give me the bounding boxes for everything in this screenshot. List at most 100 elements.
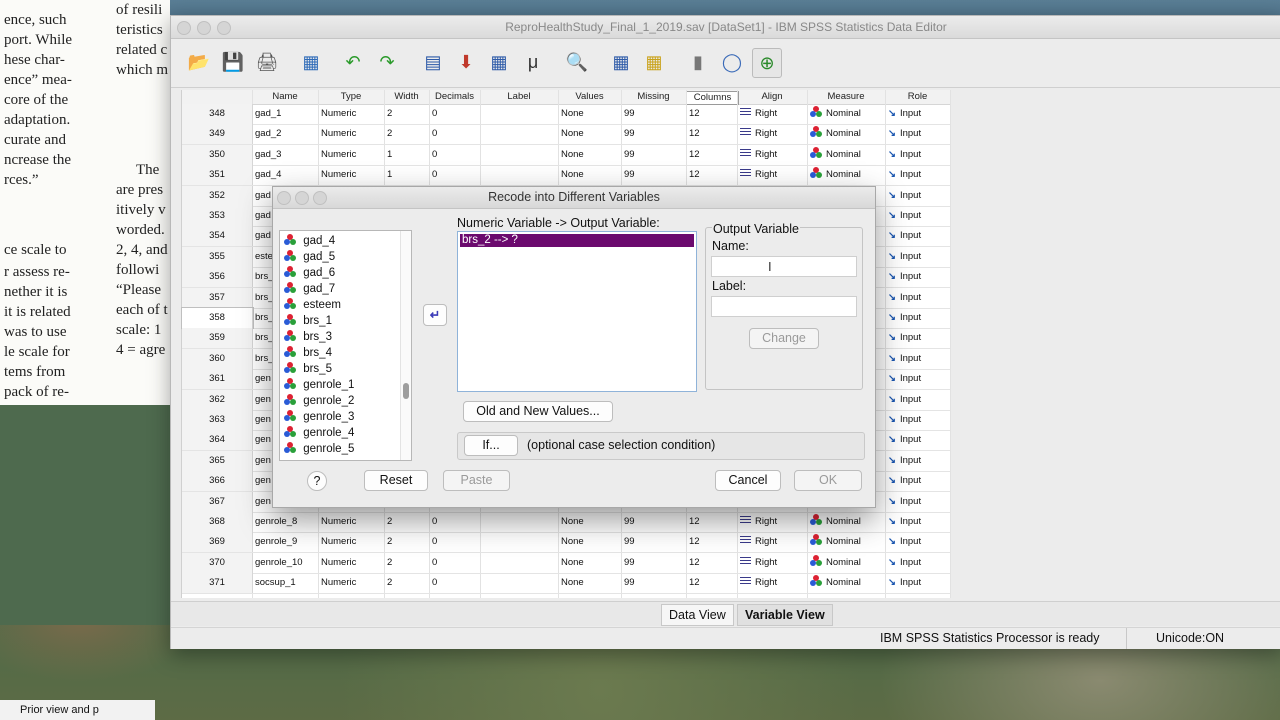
row-number[interactable]: 354	[182, 226, 253, 247]
output-name-field[interactable]: I	[711, 256, 857, 277]
row-number[interactable]: 350	[182, 144, 253, 165]
cell-name[interactable]: gad_4	[255, 165, 317, 185]
select-cases-icon[interactable]: ◯	[718, 48, 746, 76]
cell-cols[interactable]: 12	[689, 104, 736, 124]
cell-align[interactable]: Right	[740, 165, 806, 185]
cell-missing[interactable]: 99	[624, 104, 685, 124]
zoom-window-button[interactable]	[217, 21, 231, 35]
row-number[interactable]: 365	[182, 450, 253, 471]
tab-data-view[interactable]: Data View	[661, 604, 734, 626]
cell-role[interactable]: ↘ Input	[888, 165, 949, 185]
cell-values[interactable]: None	[561, 145, 620, 165]
reset-button[interactable]: Reset	[364, 470, 428, 491]
column-header-role[interactable]: Role	[885, 90, 950, 104]
row-number[interactable]: 364	[182, 430, 253, 451]
cell-type[interactable]: Numeric	[321, 145, 383, 165]
row-number[interactable]: 370	[182, 552, 253, 573]
table-row[interactable]: 350 gad_3 Numeric 1 0 None 99 12 Right Nominal ↘ In…	[182, 144, 950, 166]
cell-dec[interactable]: 0	[432, 532, 479, 552]
cell-cols[interactable]: 12	[689, 553, 736, 573]
cell-values[interactable]: None	[561, 512, 620, 532]
row-number[interactable]: 357	[182, 287, 253, 308]
source-variable-list[interactable]: genrole_5 genrole_4 genrole_3 genrole_2 …	[279, 230, 412, 461]
cell-width[interactable]: 2	[387, 553, 428, 573]
cell-missing[interactable]: 99	[624, 553, 685, 573]
goto-case-icon[interactable]: ▤	[419, 48, 447, 76]
cell-missing[interactable]: 99	[624, 512, 685, 532]
row-number[interactable]: 356	[182, 267, 253, 288]
add-extension-icon[interactable]: ⊕	[752, 48, 782, 78]
cell-name[interactable]: socsup_1	[255, 573, 317, 593]
variable-list-scrollbar[interactable]	[400, 231, 411, 460]
cell-dec[interactable]: 0	[432, 573, 479, 593]
open-file-icon[interactable]: 📂	[185, 48, 213, 76]
row-number[interactable]: 371	[182, 573, 253, 594]
close-window-button[interactable]	[177, 21, 191, 35]
cell-cols[interactable]: 12	[689, 532, 736, 552]
table-row[interactable]: 369 genrole_9 Numeric 2 0 None 99 12 Right Nomina…	[182, 532, 950, 554]
cell-role[interactable]: ↘ Input	[888, 226, 949, 246]
cell-width[interactable]: 1	[387, 165, 428, 185]
cell-name[interactable]: gad_3	[255, 145, 317, 165]
cell-values[interactable]: None	[561, 124, 620, 144]
mapping-selected-item[interactable]: brs_2 --> ?	[460, 234, 694, 247]
cell-missing[interactable]: 99	[624, 532, 685, 552]
column-header-columns[interactable]: Columns	[686, 91, 739, 105]
run-descriptives-icon[interactable]: μ	[519, 48, 547, 76]
ok-button[interactable]: OK	[794, 470, 862, 491]
row-number[interactable]: 351	[182, 165, 253, 186]
column-header-width[interactable]: Width	[384, 90, 429, 104]
cell-role[interactable]: ↘ Input	[888, 124, 949, 144]
cell-cols[interactable]: 12	[689, 512, 736, 532]
cell-dec[interactable]: 0	[432, 145, 479, 165]
cell-align[interactable]: Right	[740, 512, 806, 532]
column-header-name[interactable]: Name	[252, 90, 318, 104]
cell-type[interactable]: Numeric	[321, 512, 383, 532]
variable-list-item[interactable]: brs_3	[280, 329, 332, 345]
cell-values[interactable]: None	[561, 532, 620, 552]
save-icon[interactable]: 💾	[219, 48, 247, 76]
cell-align[interactable]: Right	[740, 573, 806, 593]
scrollbar-thumb[interactable]	[403, 383, 409, 399]
cell-role[interactable]: ↘ Input	[888, 390, 949, 410]
goto-variable-icon[interactable]: ⬇	[452, 48, 480, 76]
cell-align[interactable]: Right	[740, 553, 806, 573]
cell-role[interactable]: ↘ Input	[888, 492, 949, 512]
cell-dec[interactable]: 0	[432, 512, 479, 532]
help-button[interactable]: ?	[307, 471, 327, 491]
cell-cols[interactable]: 12	[689, 573, 736, 593]
table-row[interactable]: 370 genrole_10 Numeric 2 0 None 99 12 Right Nomin…	[182, 552, 950, 574]
cell-measure[interactable]: Nominal	[810, 512, 884, 532]
cell-measure[interactable]: Nominal	[810, 532, 884, 552]
cell-type[interactable]: Numeric	[321, 553, 383, 573]
cell-role[interactable]: ↘ Input	[888, 267, 949, 287]
column-header-type[interactable]: Type	[318, 90, 384, 104]
cell-cols[interactable]: 12	[689, 165, 736, 185]
cell-name[interactable]: gad_1	[255, 104, 317, 124]
cell-name[interactable]: gad_2	[255, 124, 317, 144]
table-row[interactable]: 351 gad_4 Numeric 1 0 None 99 12 Right Nominal ↘ In…	[182, 165, 950, 187]
cell-dec[interactable]: 0	[432, 124, 479, 144]
row-number[interactable]: 360	[182, 348, 253, 369]
table-row[interactable]: 368 genrole_8 Numeric 2 0 None 99 12 Right Nomina…	[182, 512, 950, 533]
tab-variable-view[interactable]: Variable View	[737, 604, 833, 626]
output-label-field[interactable]	[711, 296, 857, 317]
table-row[interactable]: 349 gad_2 Numeric 2 0 None 99 12 Right Nominal ↘ In…	[182, 124, 950, 146]
cell-role[interactable]: ↘ Input	[888, 145, 949, 165]
variable-list-item[interactable]: brs_1	[280, 313, 332, 329]
insert-variable-icon[interactable]: ▦	[640, 48, 668, 76]
column-header-label[interactable]: Label	[480, 90, 558, 104]
row-number[interactable]: 362	[182, 389, 253, 410]
cell-role[interactable]: ↘ Input	[888, 512, 949, 532]
variable-list-item[interactable]: genrole_2	[280, 393, 354, 409]
variable-list-item[interactable]: gad_6	[280, 265, 335, 281]
cell-width[interactable]: 2	[387, 124, 428, 144]
row-number[interactable]: 358	[181, 307, 254, 329]
cell-measure[interactable]: Nominal	[810, 145, 884, 165]
column-header-missing[interactable]: Missing	[621, 90, 686, 104]
if-button[interactable]: If...	[464, 435, 518, 456]
mapping-list[interactable]: brs_2 --> ?	[457, 231, 697, 392]
cell-align[interactable]: Right	[740, 532, 806, 552]
row-number[interactable]: 348	[182, 104, 253, 124]
find-icon[interactable]: 🔍	[563, 48, 591, 76]
